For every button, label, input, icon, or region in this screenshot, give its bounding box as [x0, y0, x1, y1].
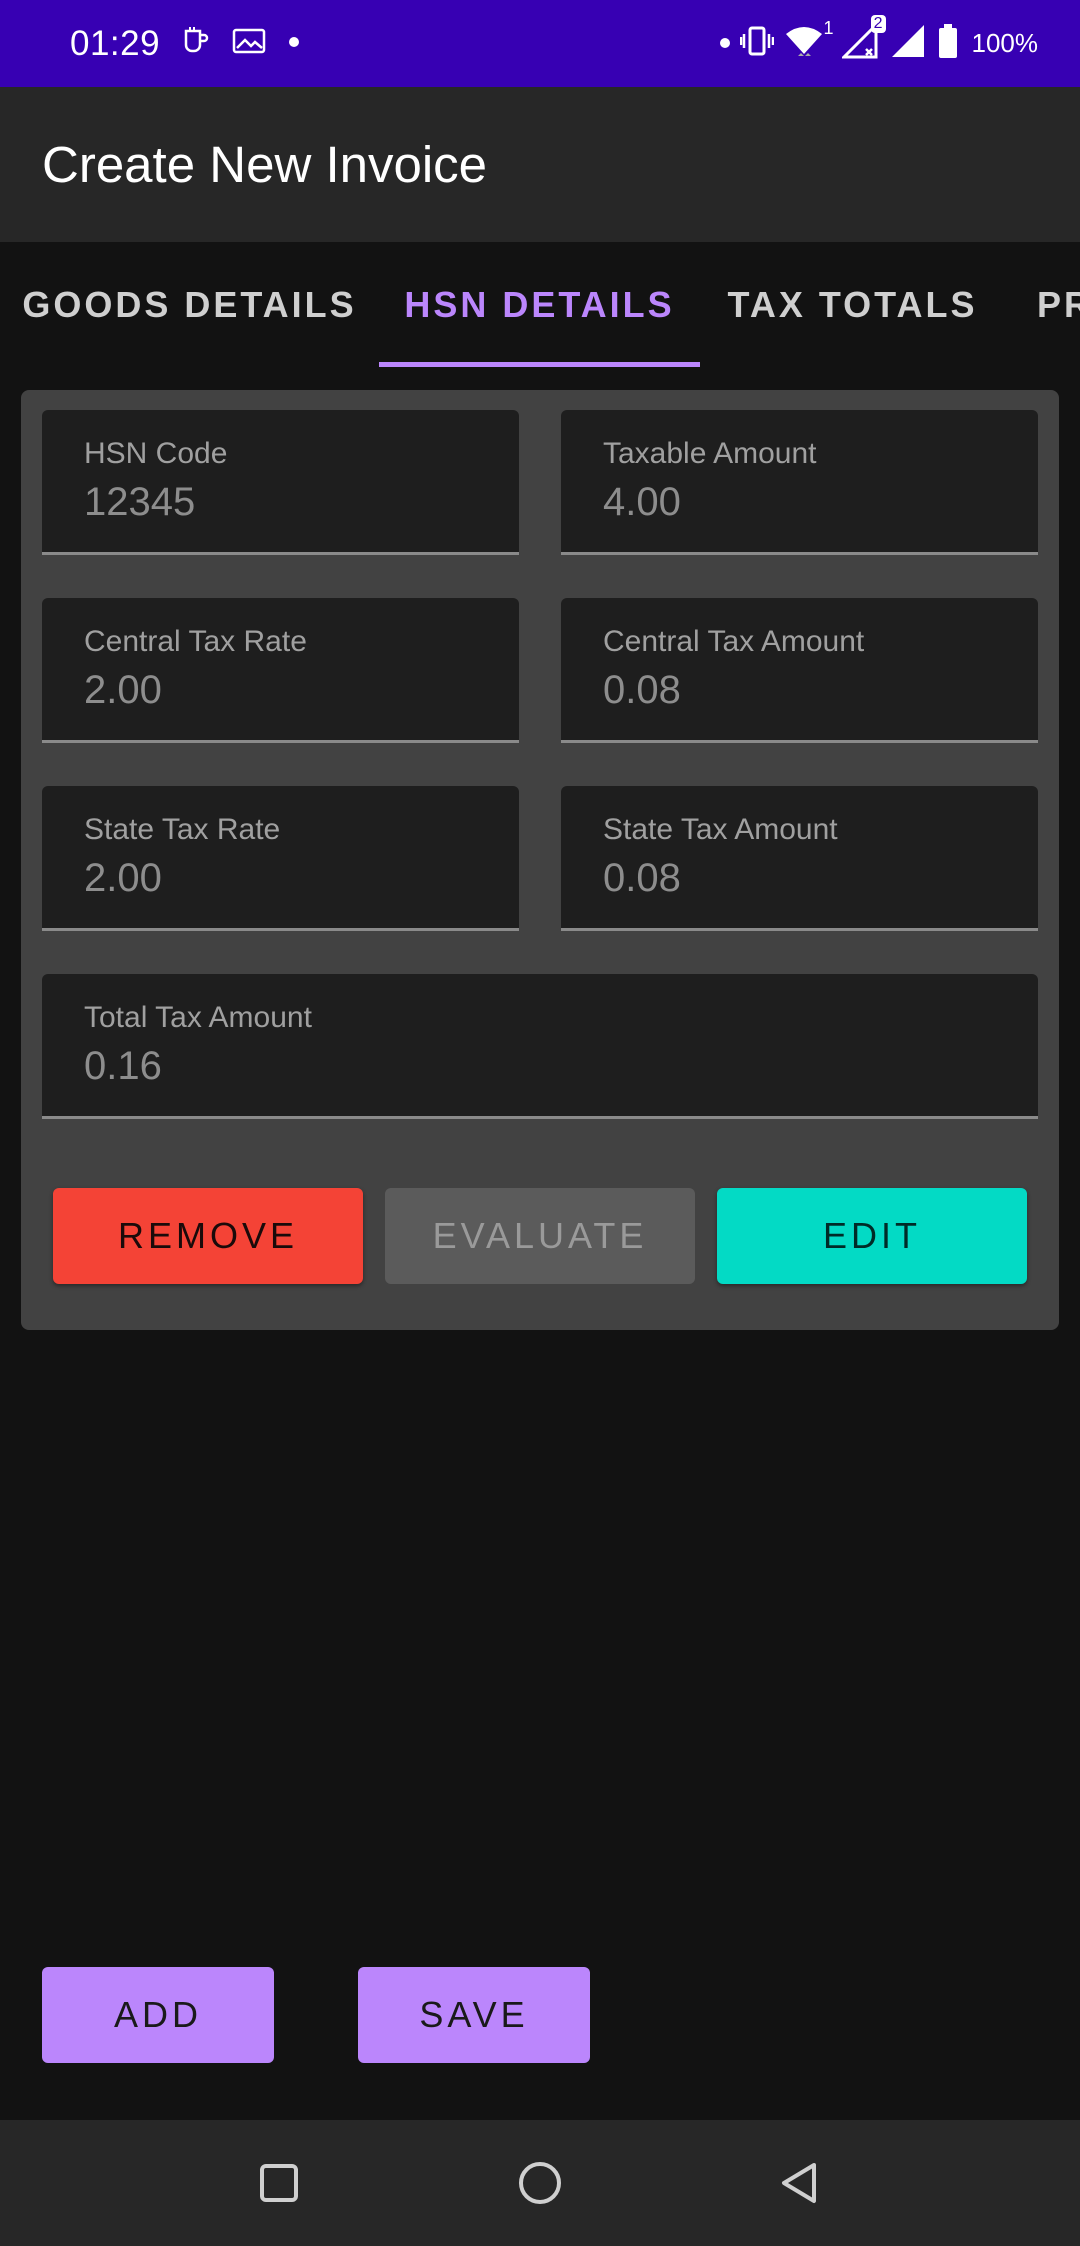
total-tax-amount-field[interactable]: Total Tax Amount 0.16	[42, 974, 1038, 1119]
state-tax-rate-label: State Tax Rate	[84, 813, 281, 846]
hsn-code-field[interactable]: HSN Code 12345	[42, 410, 519, 555]
hsn-details-card: HSN Code 12345 Taxable Amount 4.00 Centr…	[21, 390, 1059, 1330]
sim-badge-1: 1	[823, 18, 834, 38]
home-circle-icon[interactable]	[490, 2120, 590, 2246]
add-button[interactable]: ADD	[42, 1967, 274, 2063]
signal-icon	[890, 23, 928, 64]
state-tax-rate-value: 2.00	[84, 856, 162, 900]
status-bar: 01:29 1 2 100%	[0, 0, 1080, 87]
signal-icon: 2	[839, 15, 886, 64]
total-tax-amount-label: Total Tax Amount	[84, 1001, 312, 1034]
save-button[interactable]: SAVE	[358, 1967, 590, 2063]
state-tax-rate-field[interactable]: State Tax Rate 2.00	[42, 786, 519, 931]
central-tax-rate-label: Central Tax Rate	[84, 625, 307, 658]
central-tax-amount-value: 0.08	[603, 668, 681, 712]
hsn-code-label: HSN Code	[84, 437, 228, 470]
dot-icon	[719, 35, 730, 53]
navigation-bar	[0, 2120, 1080, 2246]
app-bar: Create New Invoice	[0, 87, 1080, 242]
central-tax-rate-field[interactable]: Central Tax Rate 2.00	[42, 598, 519, 743]
state-tax-amount-value: 0.08	[603, 856, 681, 900]
state-tax-amount-label: State Tax Amount	[603, 813, 838, 846]
dot-icon	[288, 35, 300, 53]
remove-button[interactable]: REMOVE	[53, 1188, 363, 1284]
wifi-icon: 1	[784, 18, 834, 63]
central-tax-rate-value: 2.00	[84, 668, 162, 712]
taxable-amount-label: Taxable Amount	[603, 437, 817, 470]
battery-icon	[938, 24, 958, 63]
recents-square-icon[interactable]	[229, 2120, 329, 2246]
back-triangle-icon[interactable]	[749, 2120, 849, 2246]
page-title: Create New Invoice	[42, 136, 488, 193]
tab-goods-details[interactable]: GOODS DETAILS	[0, 242, 379, 367]
taxable-amount-value: 4.00	[603, 480, 681, 524]
state-tax-amount-field[interactable]: State Tax Amount 0.08	[561, 786, 1038, 931]
tab-bar: GOODS DETAILS HSN DETAILS TAX TOTALS PR	[0, 242, 1080, 367]
image-icon	[232, 27, 266, 60]
total-tax-amount-value: 0.16	[84, 1044, 162, 1088]
battery-percent: 100%	[971, 28, 1039, 58]
vibrate-icon	[739, 26, 774, 61]
tab-indicator	[379, 362, 700, 367]
tab-tax-totals[interactable]: TAX TOTALS	[700, 242, 1005, 367]
hsn-code-value: 12345	[84, 480, 196, 524]
sim-badge-2: 2	[870, 15, 886, 33]
tab-hsn-details[interactable]: HSN DETAILS	[379, 242, 700, 367]
taxable-amount-field[interactable]: Taxable Amount 4.00	[561, 410, 1038, 555]
evaluate-button[interactable]: EVALUATE	[385, 1188, 695, 1284]
central-tax-amount-label: Central Tax Amount	[603, 625, 865, 658]
tea-cup-icon	[180, 25, 210, 62]
tab-partial[interactable]: PR	[1005, 242, 1080, 367]
central-tax-amount-field[interactable]: Central Tax Amount 0.08	[561, 598, 1038, 743]
status-time: 01:29	[70, 23, 161, 63]
edit-button[interactable]: EDIT	[717, 1188, 1027, 1284]
